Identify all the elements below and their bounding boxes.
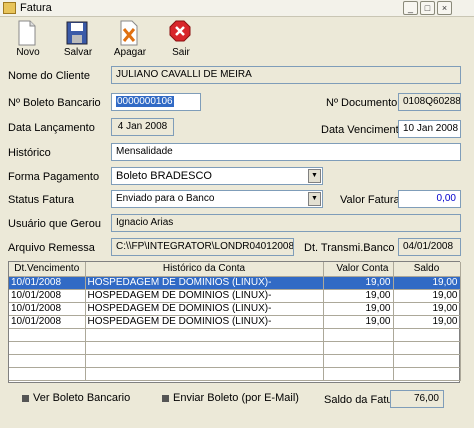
- title-bar: Fatura _ □ ×: [0, 0, 474, 17]
- ver-boleto-label: Ver Boleto Bancario: [33, 392, 131, 404]
- forma-pagamento-value: Boleto BRADESCO: [116, 170, 212, 182]
- delete-document-icon: [120, 20, 138, 46]
- column-header[interactable]: Valor Conta: [323, 262, 394, 277]
- table-row[interactable]: 10/01/2008 HOSPEDAGEM DE DOMINIOS (LINUX…: [9, 276, 461, 290]
- empty-row[interactable]: [9, 341, 461, 355]
- empty-row[interactable]: [9, 367, 461, 381]
- table-row[interactable]: 10/01/2008 HOSPEDAGEM DE DOMINIOS (LINUX…: [9, 289, 461, 303]
- arquivo-remessa-label: Arquivo Remessa: [8, 242, 95, 254]
- save-disk-icon: [66, 21, 88, 45]
- cell-saldo: 19,00: [393, 289, 461, 303]
- status-fatura-label: Status Fatura: [8, 194, 75, 206]
- nome-cliente-field[interactable]: JULIANO CAVALLI DE MEIRA: [111, 66, 461, 84]
- app-icon: [3, 2, 16, 14]
- data-vencimento-label: Data Vencimento: [321, 124, 405, 136]
- novo-label: Novo: [16, 47, 40, 58]
- sair-label: Sair: [172, 47, 190, 58]
- window-title: Fatura: [20, 2, 52, 14]
- status-fatura-value: Enviado para o Banco: [116, 193, 215, 204]
- usuario-label: Usuário que Gerou: [8, 218, 101, 230]
- cell-vencimento: 10/01/2008: [9, 315, 86, 329]
- new-document-icon: [18, 20, 36, 46]
- document-icon: [22, 394, 29, 402]
- saldo-fatura-field: 76,00: [390, 390, 444, 408]
- historico-field[interactable]: Mensalidade: [111, 143, 461, 161]
- documento-label: Nº Documento: [326, 97, 398, 109]
- valor-fatura-label: Valor Fatura: [340, 194, 400, 206]
- valor-fatura-field[interactable]: 0,00: [398, 190, 461, 208]
- exit-stop-icon: [169, 20, 191, 42]
- cell-historico: HOSPEDAGEM DE DOMINIOS (LINUX)-: [85, 302, 324, 316]
- nome-cliente-label: Nome do Cliente: [8, 70, 90, 82]
- close-window-button[interactable]: ×: [437, 1, 452, 15]
- forma-pagamento-label: Forma Pagamento: [8, 171, 100, 183]
- cell-historico: HOSPEDAGEM DE DOMINIOS (LINUX)-: [85, 276, 324, 290]
- cell-vencimento: 10/01/2008: [9, 276, 86, 290]
- minimize-button[interactable]: _: [403, 1, 418, 15]
- data-vencimento-field[interactable]: 10 Jan 2008: [398, 120, 461, 138]
- documento-field[interactable]: 0108Q60288: [398, 93, 461, 111]
- maximize-button[interactable]: □: [420, 1, 435, 15]
- enviar-boleto-label: Enviar Boleto (por E-Mail): [173, 392, 299, 404]
- empty-row[interactable]: [9, 328, 461, 342]
- cell-valor: 19,00: [323, 315, 394, 329]
- grid-header-row: Dt.Vencimento Histórico da Conta Valor C…: [9, 262, 461, 277]
- cell-vencimento: 10/01/2008: [9, 302, 86, 316]
- boleto-value: 0000000106: [116, 96, 174, 107]
- cell-saldo: 19,00: [393, 315, 461, 329]
- enviar-boleto-button[interactable]: Enviar Boleto (por E-Mail): [162, 392, 299, 404]
- cell-valor: 19,00: [323, 302, 394, 316]
- contas-grid[interactable]: Dt.Vencimento Histórico da Conta Valor C…: [8, 261, 461, 383]
- dt-transmi-label: Dt. Transmi.Banco: [304, 242, 395, 254]
- cell-valor: 19,00: [323, 289, 394, 303]
- apagar-label: Apagar: [113, 47, 147, 58]
- column-header[interactable]: Saldo: [393, 262, 461, 277]
- email-icon: [162, 394, 169, 402]
- ver-boleto-button[interactable]: Ver Boleto Bancario: [22, 392, 130, 404]
- chevron-down-icon[interactable]: ▼: [308, 169, 321, 183]
- forma-pagamento-select[interactable]: Boleto BRADESCO ▼: [111, 167, 323, 185]
- empty-row[interactable]: [9, 354, 461, 368]
- historico-label: Histórico: [8, 147, 51, 159]
- boleto-field[interactable]: 0000000106: [111, 93, 201, 111]
- arquivo-remessa-field[interactable]: C:\\FP\INTEGRATOR\LONDR04012008.: [111, 238, 294, 256]
- cell-saldo: 19,00: [393, 302, 461, 316]
- cell-valor: 19,00: [323, 276, 394, 290]
- data-lancamento-label: Data Lançamento: [8, 122, 95, 134]
- data-lancamento-field[interactable]: 4 Jan 2008: [111, 118, 174, 136]
- dt-transmi-field[interactable]: 04/01/2008: [398, 238, 461, 256]
- boleto-label: Nº Boleto Bancario: [8, 97, 101, 109]
- status-fatura-select[interactable]: Enviado para o Banco ▼: [111, 190, 323, 208]
- column-header[interactable]: Histórico da Conta: [85, 262, 324, 277]
- table-row[interactable]: 10/01/2008 HOSPEDAGEM DE DOMINIOS (LINUX…: [9, 315, 461, 329]
- cell-vencimento: 10/01/2008: [9, 289, 86, 303]
- salvar-label: Salvar: [63, 47, 93, 58]
- cell-historico: HOSPEDAGEM DE DOMINIOS (LINUX)-: [85, 315, 324, 329]
- cell-saldo: 19,00: [393, 276, 461, 290]
- cell-historico: HOSPEDAGEM DE DOMINIOS (LINUX)-: [85, 289, 324, 303]
- usuario-field[interactable]: Ignacio Arias: [111, 214, 461, 232]
- table-row[interactable]: 10/01/2008 HOSPEDAGEM DE DOMINIOS (LINUX…: [9, 302, 461, 316]
- chevron-down-icon[interactable]: ▼: [308, 192, 321, 206]
- column-header[interactable]: Dt.Vencimento: [9, 262, 86, 277]
